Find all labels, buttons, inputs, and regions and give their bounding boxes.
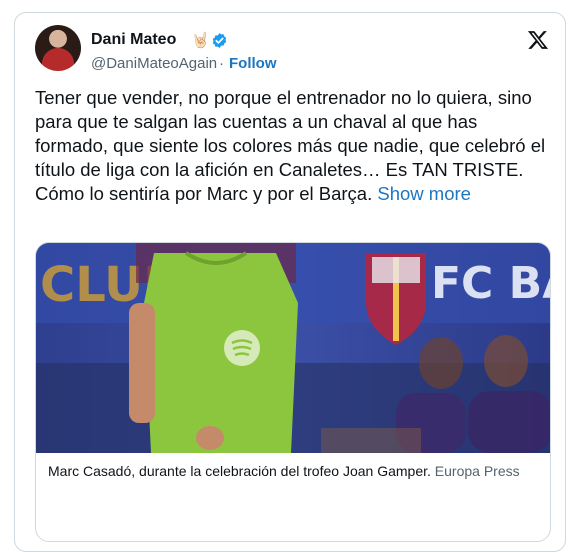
- tweet-card[interactable]: Dani Mateo 🤘🏻 @DaniMateoAgain · Follow T…: [14, 12, 566, 552]
- author-name[interactable]: Dani Mateo: [91, 31, 176, 49]
- separator-dot: ·: [219, 55, 224, 72]
- tweet-media[interactable]: CLUB FC BAR Marc Casadó, durante la cele…: [35, 242, 551, 542]
- author-handle[interactable]: @DaniMateoAgain: [91, 55, 217, 72]
- banner-right-text: FC BAR: [431, 258, 551, 309]
- rock-hand-emoji-icon: 🤘🏻: [191, 32, 210, 49]
- follow-button[interactable]: Follow: [229, 55, 277, 72]
- caption-text: Marc Casadó, durante la celebración del …: [48, 463, 431, 479]
- player-photo: CLUB FC BAR: [36, 243, 551, 453]
- caption-source: Europa Press: [434, 463, 520, 479]
- x-logo-icon[interactable]: [527, 29, 549, 51]
- tweet-text: Tener que vender, no porque el entrenado…: [35, 86, 555, 206]
- verified-badge-icon: [212, 33, 227, 48]
- media-caption: Marc Casadó, durante la celebración del …: [48, 463, 538, 480]
- show-more-link[interactable]: Show more: [377, 183, 471, 204]
- author-avatar[interactable]: [35, 25, 81, 71]
